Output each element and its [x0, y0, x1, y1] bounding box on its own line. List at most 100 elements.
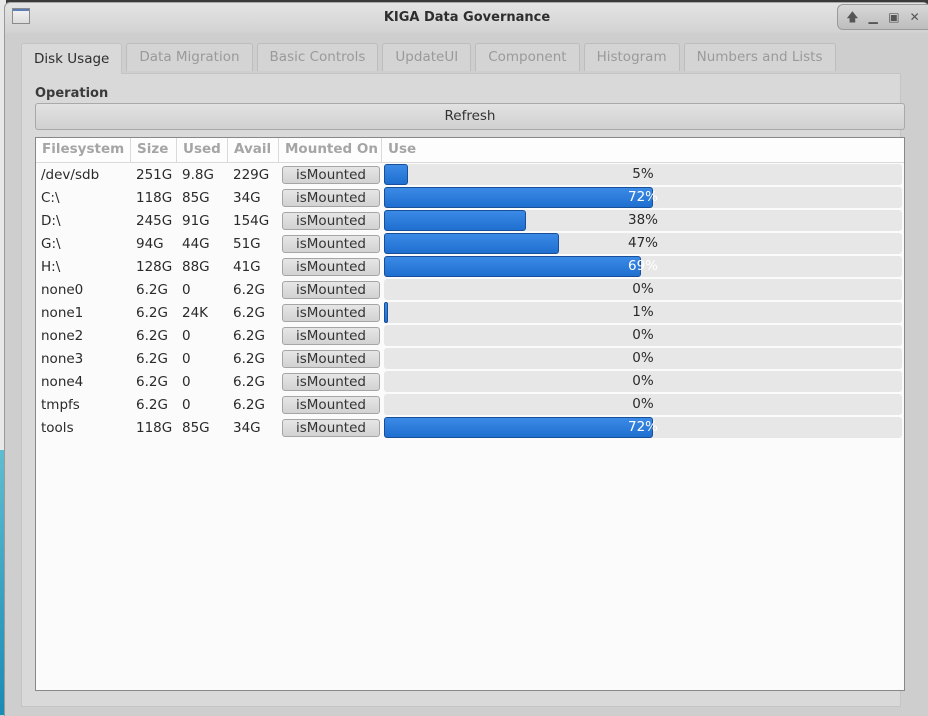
- is-mounted-button[interactable]: isMounted: [282, 165, 380, 184]
- usage-percent-label: 0%: [632, 396, 654, 412]
- tab-disk-usage[interactable]: Disk Usage: [21, 43, 123, 74]
- refresh-button[interactable]: Refresh: [35, 103, 905, 130]
- tab-basic-controls[interactable]: Basic Controls: [256, 43, 379, 71]
- column-header-mounted-on[interactable]: Mounted On: [279, 138, 382, 162]
- table-header: Filesystem Size Used Avail Mounted On Us…: [36, 138, 904, 163]
- tab-numbers-and-lists[interactable]: Numbers and Lists: [683, 43, 836, 71]
- cell-filesystem: none2: [41, 327, 84, 344]
- cell-size: 118G: [136, 419, 173, 436]
- cell-use: 0%: [382, 394, 904, 415]
- table-row[interactable]: none4 6.2G 0 6.2G isMounted 0%: [36, 370, 904, 393]
- column-header-used[interactable]: Used: [177, 138, 228, 162]
- column-header-filesystem[interactable]: Filesystem: [36, 138, 131, 162]
- table-row[interactable]: none0 6.2G 0 6.2G isMounted 0%: [36, 278, 904, 301]
- column-header-use[interactable]: Use: [382, 138, 904, 162]
- keep-above-button[interactable]: 🡅: [844, 9, 860, 25]
- table-row[interactable]: H:\ 128G 88G 41G isMounted 69%: [36, 255, 904, 278]
- table-row[interactable]: C:\ 118G 85G 34G isMounted 72%: [36, 186, 904, 209]
- cell-mounted-on: isMounted: [279, 418, 382, 437]
- table-row[interactable]: D:\ 245G 91G 154G isMounted 38%: [36, 209, 904, 232]
- usage-progress-bar: 5%: [384, 164, 902, 185]
- is-mounted-button[interactable]: isMounted: [282, 188, 380, 207]
- cell-filesystem: H:\: [41, 258, 61, 275]
- cell-avail: 6.2G: [233, 304, 265, 321]
- tab-data-migration[interactable]: Data Migration: [126, 43, 253, 71]
- is-mounted-button[interactable]: isMounted: [282, 395, 380, 414]
- usage-percent-label: 0%: [632, 373, 654, 389]
- is-mounted-button[interactable]: isMounted: [282, 372, 380, 391]
- cell-avail: 154G: [233, 212, 270, 229]
- cell-filesystem: tools: [41, 419, 74, 436]
- cell-avail: 41G: [233, 258, 261, 275]
- tab-component[interactable]: Component: [475, 43, 580, 71]
- cell-filesystem: tmpfs: [41, 396, 80, 413]
- table-row[interactable]: tmpfs 6.2G 0 6.2G isMounted 0%: [36, 393, 904, 416]
- cell-used: 0: [182, 327, 191, 344]
- cell-size: 128G: [136, 258, 173, 275]
- cell-use: 1%: [382, 302, 904, 323]
- is-mounted-button[interactable]: isMounted: [282, 234, 380, 253]
- cell-filesystem: none3: [41, 350, 84, 367]
- cell-mounted-on: isMounted: [279, 188, 382, 207]
- tab-updateui[interactable]: UpdateUI: [382, 43, 472, 71]
- maximize-button[interactable]: ▣: [886, 9, 902, 25]
- usage-percent-label: 0%: [632, 350, 654, 366]
- title-bar[interactable]: KIGA Data Governance 🡅 ▁ ▣ ✕: [5, 3, 928, 33]
- cell-filesystem: none4: [41, 373, 84, 390]
- usage-percent-label: 47%: [627, 235, 658, 251]
- cell-filesystem: none0: [41, 281, 84, 298]
- close-button[interactable]: ✕: [907, 9, 923, 25]
- tab-histogram[interactable]: Histogram: [583, 43, 680, 71]
- usage-progress-bar: 69%: [384, 256, 902, 277]
- is-mounted-button[interactable]: isMounted: [282, 418, 380, 437]
- maximize-icon: ▣: [888, 10, 900, 24]
- cell-mounted-on: isMounted: [279, 165, 382, 184]
- usage-percent-label: 1%: [632, 304, 654, 320]
- column-header-size[interactable]: Size: [131, 138, 177, 162]
- cell-size: 245G: [136, 212, 173, 229]
- disk-usage-panel: Operation Refresh Filesystem Size Used A…: [21, 73, 905, 707]
- cell-mounted-on: isMounted: [279, 303, 382, 322]
- cell-size: 6.2G: [136, 373, 168, 390]
- cell-use: 69%: [382, 256, 904, 277]
- usage-progress-bar: 72%: [384, 417, 902, 438]
- cell-size: 94G: [136, 235, 164, 252]
- table-row[interactable]: none3 6.2G 0 6.2G isMounted 0%: [36, 347, 904, 370]
- cell-avail: 6.2G: [233, 327, 265, 344]
- usage-percent-label: 5%: [632, 166, 654, 182]
- table-row[interactable]: tools 118G 85G 34G isMounted 72%: [36, 416, 904, 439]
- is-mounted-button[interactable]: isMounted: [282, 326, 380, 345]
- usage-percent-label: 72%: [627, 189, 658, 205]
- cell-filesystem: D:\: [41, 212, 61, 229]
- cell-avail: 34G: [233, 189, 261, 206]
- is-mounted-button[interactable]: isMounted: [282, 303, 380, 322]
- cell-size: 118G: [136, 189, 173, 206]
- is-mounted-button[interactable]: isMounted: [282, 349, 380, 368]
- cell-filesystem: G:\: [41, 235, 61, 252]
- table-row[interactable]: G:\ 94G 44G 51G isMounted 47%: [36, 232, 904, 255]
- usage-progress-bar: 0%: [384, 371, 902, 392]
- usage-progress-bar: 0%: [384, 279, 902, 300]
- minimize-button[interactable]: ▁: [865, 9, 881, 25]
- cell-used: 44G: [182, 235, 210, 252]
- is-mounted-button[interactable]: isMounted: [282, 280, 380, 299]
- cell-filesystem: C:\: [41, 189, 60, 206]
- cell-used: 0: [182, 281, 191, 298]
- close-icon: ✕: [909, 10, 920, 24]
- table-row[interactable]: /dev/sdb 251G 9.8G 229G isMounted 5%: [36, 163, 904, 186]
- usage-percent-label: 69%: [627, 258, 658, 274]
- cell-mounted-on: isMounted: [279, 395, 382, 414]
- cell-size: 6.2G: [136, 304, 168, 321]
- is-mounted-button[interactable]: isMounted: [282, 211, 380, 230]
- cell-avail: 34G: [233, 419, 261, 436]
- cell-mounted-on: isMounted: [279, 326, 382, 345]
- usage-progress-bar: 1%: [384, 302, 902, 323]
- column-header-avail[interactable]: Avail: [228, 138, 279, 162]
- table-row[interactable]: none1 6.2G 24K 6.2G isMounted 1%: [36, 301, 904, 324]
- table-row[interactable]: none2 6.2G 0 6.2G isMounted 0%: [36, 324, 904, 347]
- disk-usage-table: Filesystem Size Used Avail Mounted On Us…: [35, 137, 905, 691]
- cell-use: 72%: [382, 417, 904, 438]
- cell-use: 5%: [382, 164, 904, 185]
- usage-progress-bar: 47%: [384, 233, 902, 254]
- is-mounted-button[interactable]: isMounted: [282, 257, 380, 276]
